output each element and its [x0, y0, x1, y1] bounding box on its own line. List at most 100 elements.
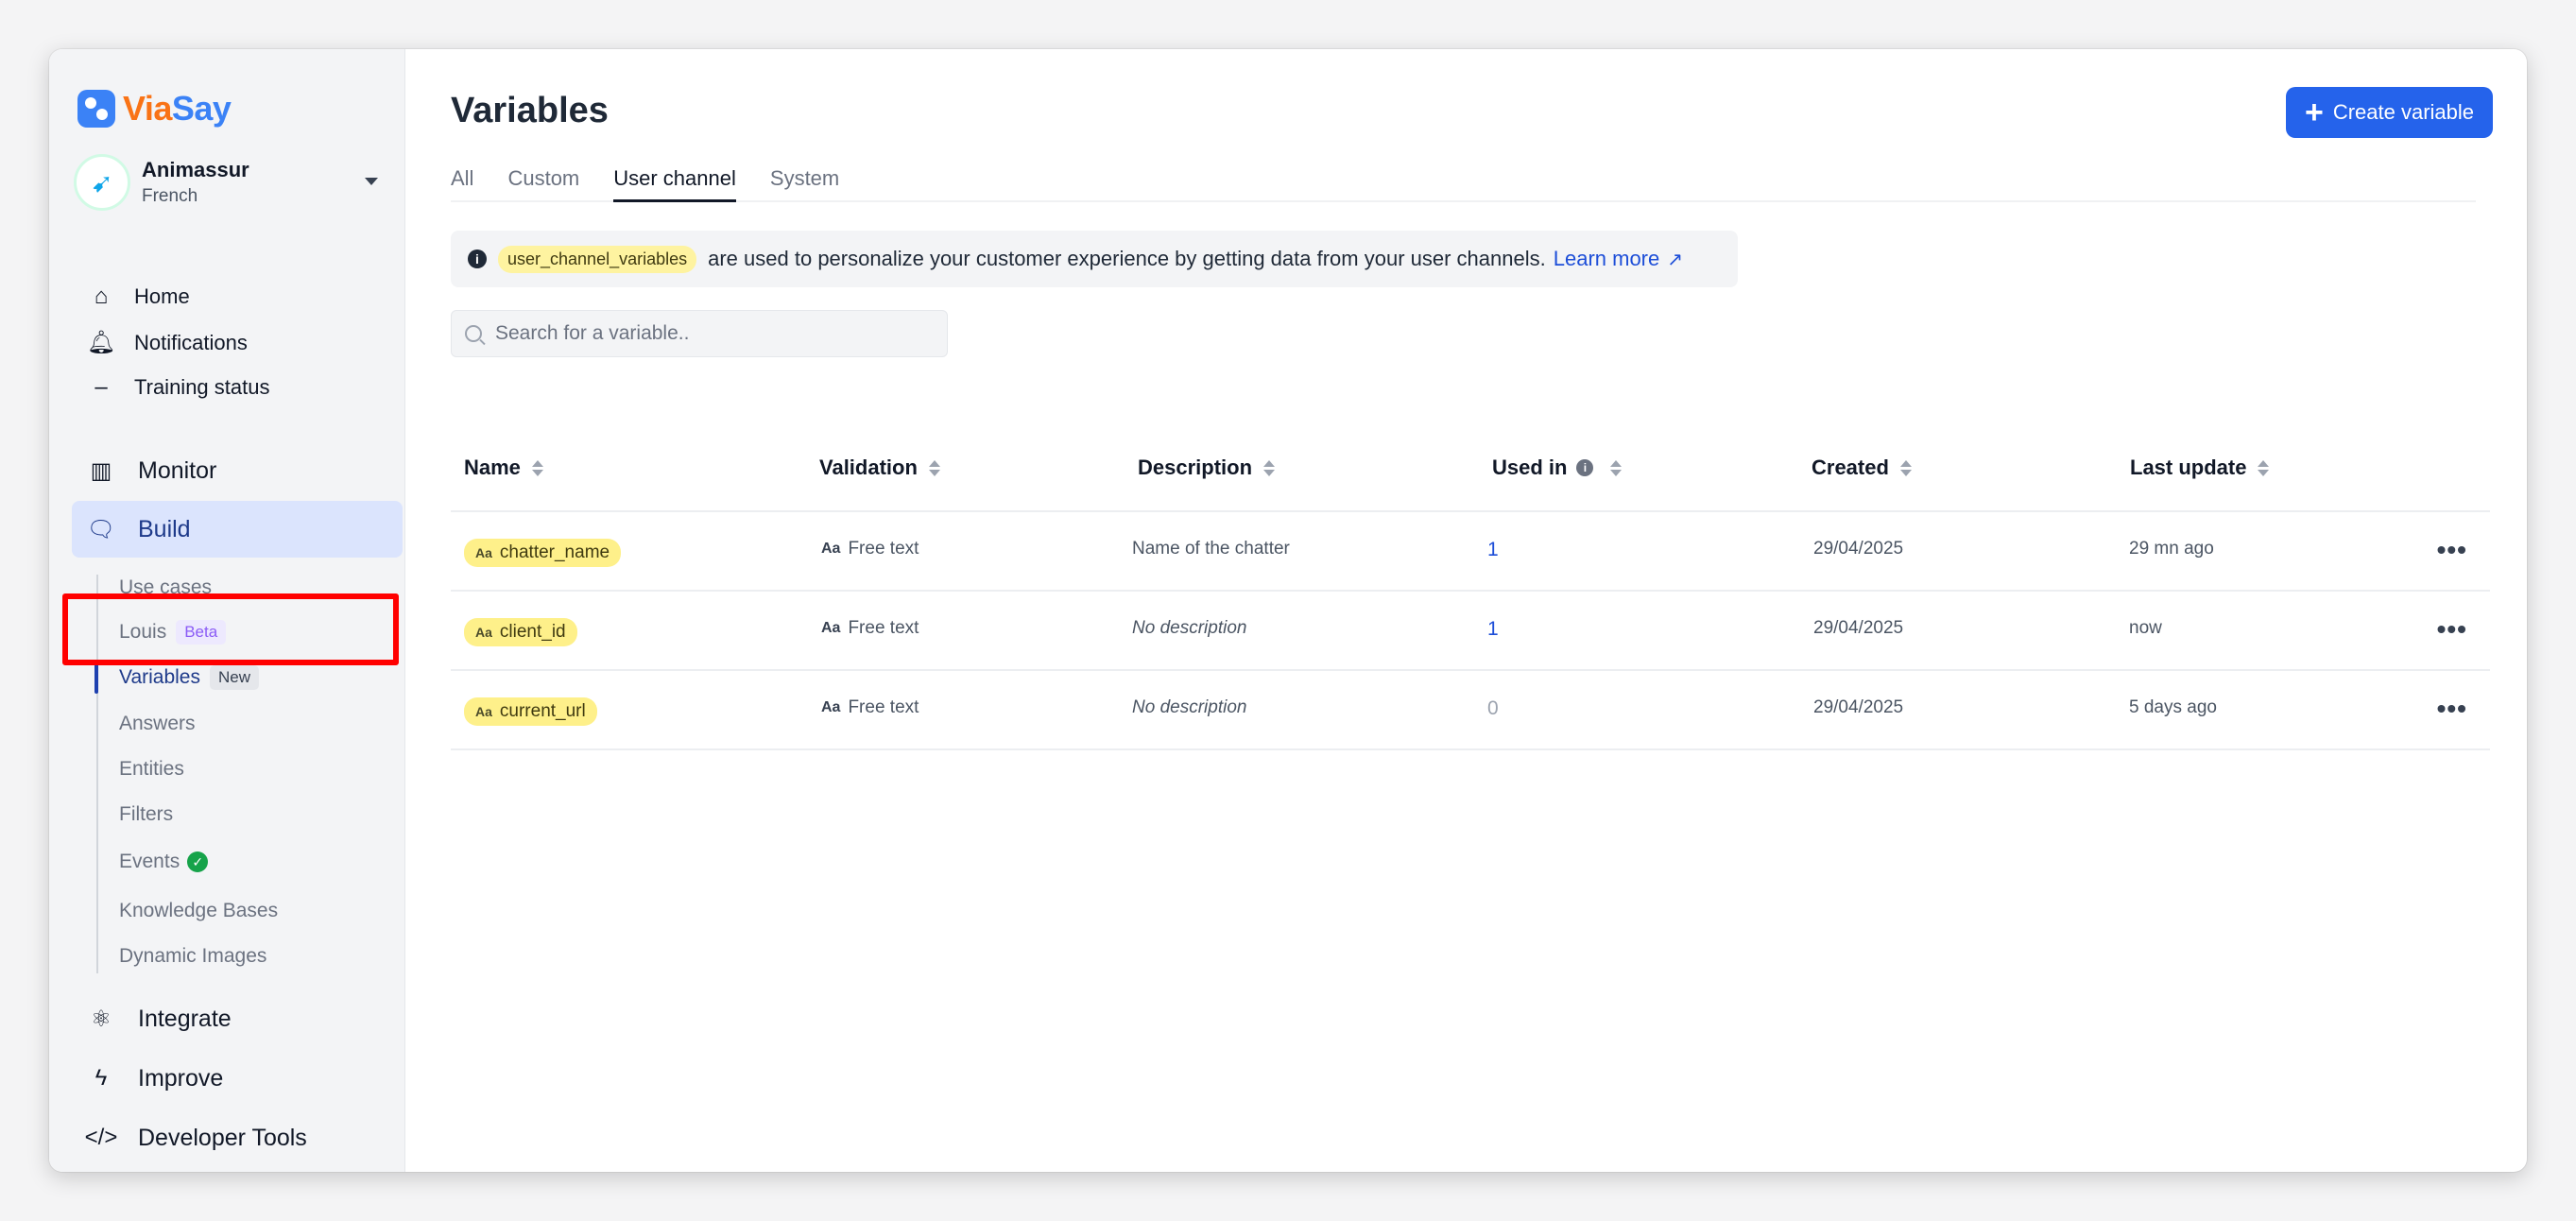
used-in-link[interactable]: 1 [1487, 539, 1499, 561]
verified-check-icon: ✓ [187, 851, 209, 872]
highlight-box [62, 593, 399, 665]
text-type-icon: Aa [821, 699, 841, 715]
table-row[interactable]: Aa current_url Aa Free text No descripti… [451, 671, 2490, 750]
table-row[interactable]: Aa client_id Aa Free text No description… [451, 592, 2490, 671]
tab-system[interactable]: System [770, 155, 839, 200]
search-box [451, 310, 948, 357]
column-header-used-in[interactable]: Used in i [1492, 456, 1623, 480]
lightning-icon: ϟ [94, 1065, 108, 1091]
account-avatar: ➹ [74, 154, 130, 211]
more-options-icon[interactable]: ••• [2437, 696, 2467, 722]
sort-icon[interactable] [928, 459, 940, 476]
brand-name: ViaSay [123, 89, 232, 128]
more-options-icon[interactable]: ••• [2437, 537, 2467, 563]
column-header-last-update[interactable]: Last update [2130, 456, 2270, 480]
cell-used-in: 1 [1487, 618, 1499, 641]
cell-name: Aa client_id [464, 618, 577, 646]
account-name: Animassur [142, 158, 249, 181]
sort-icon[interactable] [531, 459, 543, 476]
bird-icon: ➹ [91, 167, 113, 198]
sub-item-entities[interactable]: Entities [119, 758, 184, 781]
create-variable-button[interactable]: + Create variable [2285, 87, 2493, 138]
sort-icon[interactable] [2258, 459, 2270, 476]
puzzle-icon: ⚛︎ [91, 1006, 112, 1032]
sub-item-answers[interactable]: Answers [119, 713, 196, 735]
variables-table: Name Validation Description Used in i Cr… [451, 416, 2490, 750]
cell-name: Aa chatter_name [464, 539, 622, 567]
external-link-icon[interactable]: ↗ [1667, 248, 1683, 271]
sort-icon[interactable] [1263, 459, 1276, 476]
minus-icon: – [94, 374, 108, 400]
more-options-icon[interactable]: ••• [2437, 616, 2467, 643]
search-icon [465, 325, 482, 342]
active-indicator [94, 663, 98, 694]
account-switcher[interactable]: ➹ Animassur French [74, 153, 386, 212]
brand-logo[interactable]: ViaSay [77, 89, 232, 129]
sub-item-variables[interactable]: Variables New [119, 665, 260, 690]
used-in-link[interactable]: 1 [1487, 618, 1499, 641]
home-icon: ⌂ [94, 284, 109, 309]
tab-all[interactable]: All [451, 155, 473, 200]
nav-item-improve[interactable]: ϟ Improve [72, 1050, 403, 1107]
plus-icon: + [2304, 95, 2324, 130]
nav-item-build[interactable]: 🗨︎ Build [72, 501, 403, 558]
info-icon: i [468, 249, 487, 268]
bar-chart-icon: ▥ [90, 457, 112, 484]
info-banner: i user_channel_variables are used to per… [451, 231, 1738, 287]
column-header-description[interactable]: Description [1138, 456, 1276, 480]
cell-last-update: 5 days ago [2129, 697, 2217, 717]
variable-name-chip[interactable]: Aa chatter_name [464, 539, 622, 567]
cell-validation: Aa Free text [821, 697, 919, 717]
page-title: Variables [451, 91, 609, 130]
cell-last-update: 29 mn ago [2129, 539, 2214, 559]
tab-custom[interactable]: Custom [507, 155, 579, 200]
table-header: Name Validation Description Used in i Cr… [451, 416, 2490, 512]
cell-description: No description [1132, 697, 1247, 717]
variable-name-chip[interactable]: Aa client_id [464, 618, 577, 646]
app-window: ViaSay ➹ Animassur French ⌂ Home 🔔︎ Noti… [49, 49, 2527, 1172]
nav-item-home[interactable]: ⌂ Home [87, 284, 190, 310]
cell-used-in: 1 [1487, 539, 1499, 561]
chevron-down-icon[interactable] [365, 178, 378, 185]
nav-item-developer-tools[interactable]: </> Developer Tools [72, 1109, 403, 1166]
cell-validation: Aa Free text [821, 539, 919, 559]
viasay-logo-icon [77, 90, 115, 128]
text-type-icon: Aa [821, 620, 841, 636]
cell-used-in: 0 [1487, 697, 1499, 720]
nav-item-training-status[interactable]: – Training status [87, 374, 269, 401]
sub-item-filters[interactable]: Filters [119, 803, 173, 826]
text-type-icon: Aa [475, 704, 492, 719]
cell-last-update: now [2129, 618, 2162, 638]
column-header-name[interactable]: Name [464, 456, 543, 480]
cell-created: 29/04/2025 [1813, 539, 1904, 559]
cell-description: No description [1132, 618, 1247, 638]
column-header-created[interactable]: Created [1812, 456, 1912, 480]
sort-icon[interactable] [1610, 459, 1623, 476]
learn-more-link[interactable]: Learn more [1554, 247, 1660, 271]
search-input[interactable] [495, 322, 930, 345]
bell-icon: 🔔︎ [86, 330, 116, 355]
banner-text: are used to personalize your customer ex… [708, 247, 1546, 270]
cell-created: 29/04/2025 [1813, 697, 1904, 717]
sub-item-events[interactable]: Events ✓ [119, 851, 209, 873]
chat-bubble-icon: 🗨︎ [86, 516, 116, 542]
info-icon[interactable]: i [1576, 459, 1594, 476]
text-type-icon: Aa [475, 545, 492, 560]
text-type-icon: Aa [475, 625, 492, 640]
nav-item-integrate[interactable]: ⚛︎ Integrate [72, 990, 403, 1047]
nav-item-monitor[interactable]: ▥ Monitor [72, 442, 403, 499]
variable-name-chip[interactable]: Aa current_url [464, 697, 597, 726]
sub-item-dynamic-images[interactable]: Dynamic Images [119, 945, 266, 968]
cell-name: Aa current_url [464, 697, 597, 726]
text-type-icon: Aa [821, 541, 841, 557]
tab-user-channel[interactable]: User channel [613, 155, 736, 202]
nav-item-notifications[interactable]: 🔔︎ Notifications [87, 329, 248, 356]
cell-validation: Aa Free text [821, 618, 919, 638]
table-row[interactable]: Aa chatter_name Aa Free text Name of the… [451, 512, 2490, 592]
sub-item-knowledge-bases[interactable]: Knowledge Bases [119, 900, 278, 922]
column-header-validation[interactable]: Validation [819, 456, 940, 480]
used-in-count: 0 [1487, 697, 1499, 719]
new-badge: New [210, 665, 260, 690]
main-content: Variables + Create variable All Custom U… [405, 49, 2527, 1172]
sort-icon[interactable] [1899, 459, 1912, 476]
